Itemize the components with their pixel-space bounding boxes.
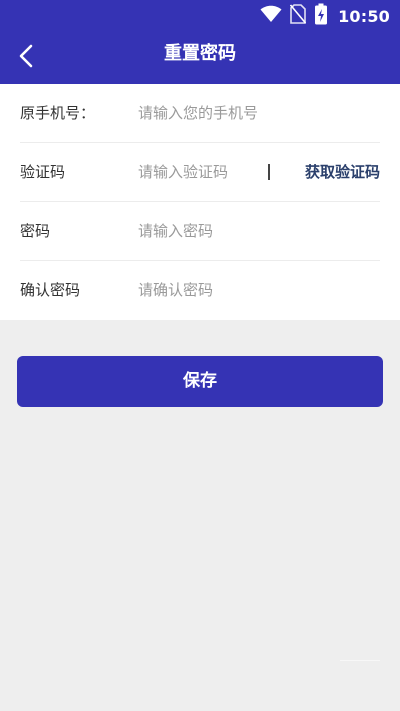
divider bbox=[268, 164, 270, 180]
password-label: 密码 bbox=[20, 222, 51, 240]
app-header: 重置密码 bbox=[0, 32, 400, 84]
status-bar: 10:50 bbox=[0, 0, 400, 32]
confirm-password-input[interactable] bbox=[138, 275, 368, 305]
get-code-button[interactable]: 获取验证码 bbox=[305, 143, 380, 202]
wifi-icon bbox=[260, 5, 282, 27]
no-sim-icon bbox=[289, 4, 307, 28]
form-row-password: 密码 bbox=[20, 202, 380, 261]
phone-label: 原手机号： bbox=[20, 104, 96, 122]
divider-line bbox=[340, 660, 380, 661]
confirm-password-label: 确认密码 bbox=[20, 281, 81, 299]
phone-input[interactable] bbox=[138, 98, 368, 128]
status-time: 10:50 bbox=[338, 6, 390, 26]
battery-charging-icon bbox=[314, 3, 328, 29]
form-row-phone: 原手机号： bbox=[20, 84, 380, 143]
page-title: 重置密码 bbox=[164, 43, 236, 64]
form-row-verification-code: 验证码 获取验证码 bbox=[20, 143, 380, 202]
form-row-confirm-password: 确认密码 bbox=[20, 261, 380, 320]
status-icons: 10:50 bbox=[260, 3, 390, 29]
password-input[interactable] bbox=[138, 216, 368, 246]
reset-password-form: 原手机号： 验证码 获取验证码 密码 确认密码 bbox=[0, 84, 400, 320]
verification-code-label: 验证码 bbox=[20, 163, 66, 181]
verification-code-input[interactable] bbox=[138, 157, 278, 187]
save-button[interactable]: 保存 bbox=[17, 356, 383, 407]
